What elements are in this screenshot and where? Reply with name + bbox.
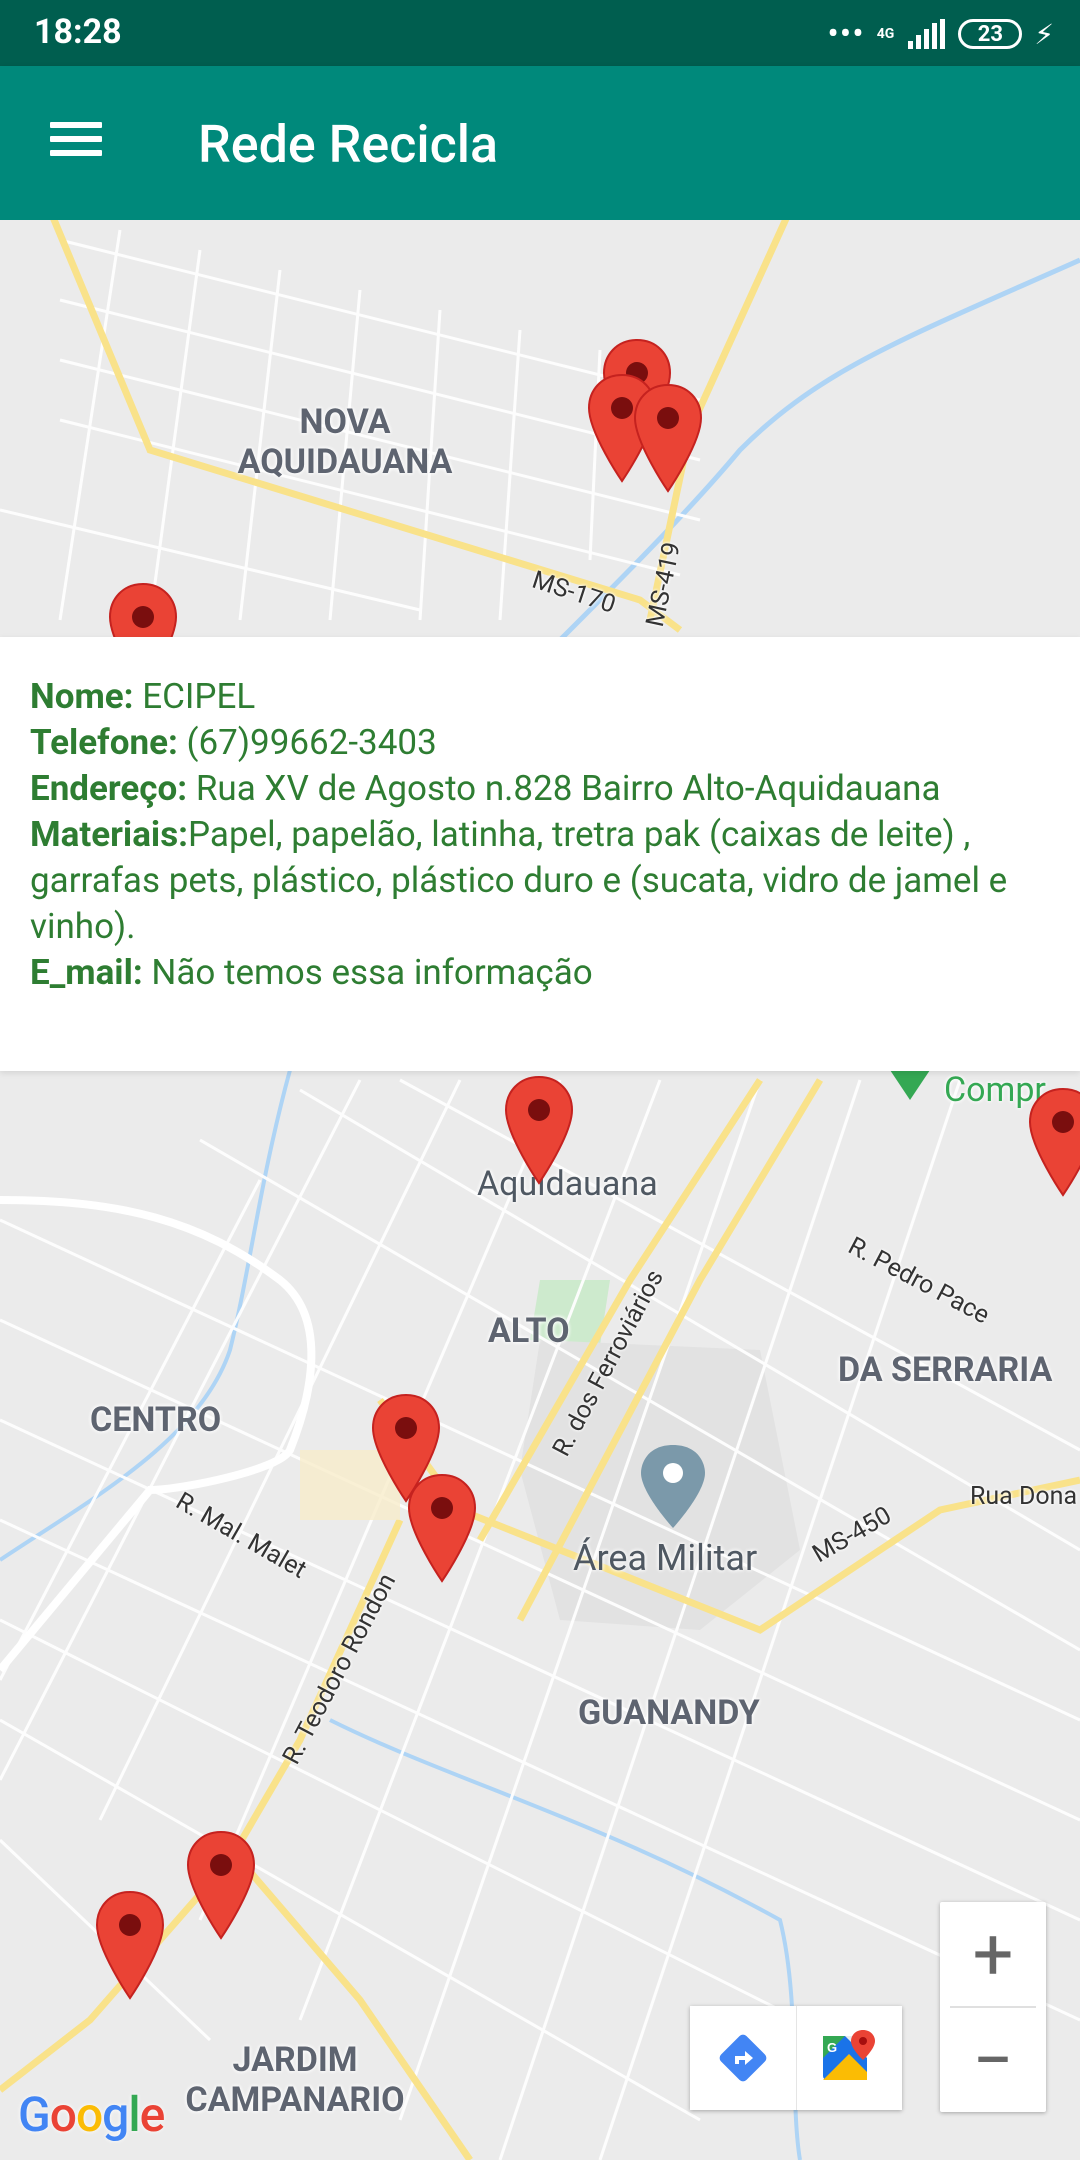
value: Rua XV de Agosto n.828 Bairro Alto-Aquid… — [187, 768, 941, 809]
map-marker-icon[interactable] — [1028, 1087, 1080, 1199]
hamburger-icon-line — [50, 150, 102, 156]
more-dots-icon: ••• — [827, 14, 865, 54]
directions-button[interactable] — [690, 2006, 796, 2110]
svg-text:G: G — [827, 2040, 837, 2055]
g2: g — [102, 2086, 129, 2143]
directions-icon — [719, 2034, 767, 2082]
map-marker-icon[interactable] — [186, 1830, 256, 1942]
value: Não temos essa informação — [142, 952, 593, 993]
l: l — [128, 2086, 140, 2143]
status-icons: ••• 4G 23 ⚡ — [827, 12, 1054, 56]
map-marker-icon[interactable] — [504, 1075, 574, 1187]
label: Endereço: — [30, 768, 188, 809]
status-bar: 18:28 ••• 4G 23 ⚡ — [0, 0, 1080, 66]
battery-level: 23 — [977, 21, 1003, 47]
value: (67)99662-3403 — [177, 722, 437, 763]
zoom-out-button[interactable]: − — [940, 2008, 1046, 2112]
info-content: Nome: ECIPEL Telefone: (67)99662-3403 En… — [0, 637, 1080, 996]
google-maps-icon: G — [823, 2030, 876, 2080]
info-materiais: Materiais:Papel, papelão, latinha, tretr… — [30, 812, 1050, 950]
app-title: Rede Recicla — [198, 114, 499, 175]
google-logo: Google — [18, 2086, 166, 2143]
info-window: Nome: ECIPEL Telefone: (67)99662-3403 En… — [0, 637, 1080, 1071]
area-label-guanandy: GUANANDY — [578, 1693, 760, 1733]
info-endereco: Endereço: Rua XV de Agosto n.828 Bairro … — [30, 766, 1050, 812]
area-label-nova-aquidauana: NOVA AQUIDAUANA — [230, 402, 460, 482]
label: Materiais: — [30, 814, 189, 855]
e: e — [139, 2086, 166, 2143]
info-telefone: Telefone: (67)99662-3403 — [30, 720, 1050, 766]
info-nome: Nome: ECIPEL — [30, 674, 1050, 720]
hamburger-icon-line — [50, 136, 102, 142]
app-bar: Rede Recicla — [0, 66, 1080, 220]
zoom-controls: + − — [940, 1902, 1046, 2112]
info-email: E_mail: Não temos essa informação — [30, 950, 1050, 996]
zoom-in-button[interactable]: + — [940, 1902, 1046, 2006]
area-label-alto: ALTO — [488, 1311, 570, 1351]
area-line: NOVA — [299, 402, 391, 442]
area-line: CAMPANARIO — [185, 2080, 405, 2120]
area-line: AQUIDAUANA — [237, 442, 453, 482]
charging-icon: ⚡ — [1034, 17, 1054, 51]
area-label-da-serraria: DA SERRARIA — [838, 1350, 1053, 1390]
map-marker-icon[interactable] — [407, 1473, 477, 1585]
label: Telefone: — [30, 722, 178, 763]
map-toolbar: G — [690, 2006, 902, 2110]
place-label-area-militar: Área Militar — [573, 1537, 758, 1579]
o1: o — [49, 2086, 77, 2143]
area-label-centro: CENTRO — [90, 1400, 222, 1440]
status-time: 18:28 — [34, 12, 122, 52]
area-line: JARDIM — [232, 2040, 358, 2080]
map-marker-icon[interactable] — [95, 1890, 165, 2002]
area-label-jardim-campanario: JARDIM CAMPANARIO — [180, 2040, 410, 2120]
road-label-rua-dona: Rua Dona — [970, 1482, 1078, 1511]
menu-button[interactable] — [40, 114, 114, 172]
value: ECIPEL — [133, 676, 256, 717]
o2: o — [75, 2086, 103, 2143]
label: Nome: — [30, 676, 134, 717]
label: E_mail: — [30, 952, 143, 993]
battery-icon: 23 — [958, 19, 1023, 49]
hamburger-icon — [50, 122, 102, 128]
g1: G — [18, 2086, 51, 2143]
network-type-label: 4G — [876, 26, 895, 42]
signal-icon — [908, 19, 946, 49]
map-view[interactable]: NOVA AQUIDAUANA ALTO CENTRO DA SERRARIA … — [0, 220, 1080, 2160]
map-marker-icon[interactable] — [633, 383, 703, 495]
open-in-maps-button[interactable]: G — [795, 2006, 903, 2110]
